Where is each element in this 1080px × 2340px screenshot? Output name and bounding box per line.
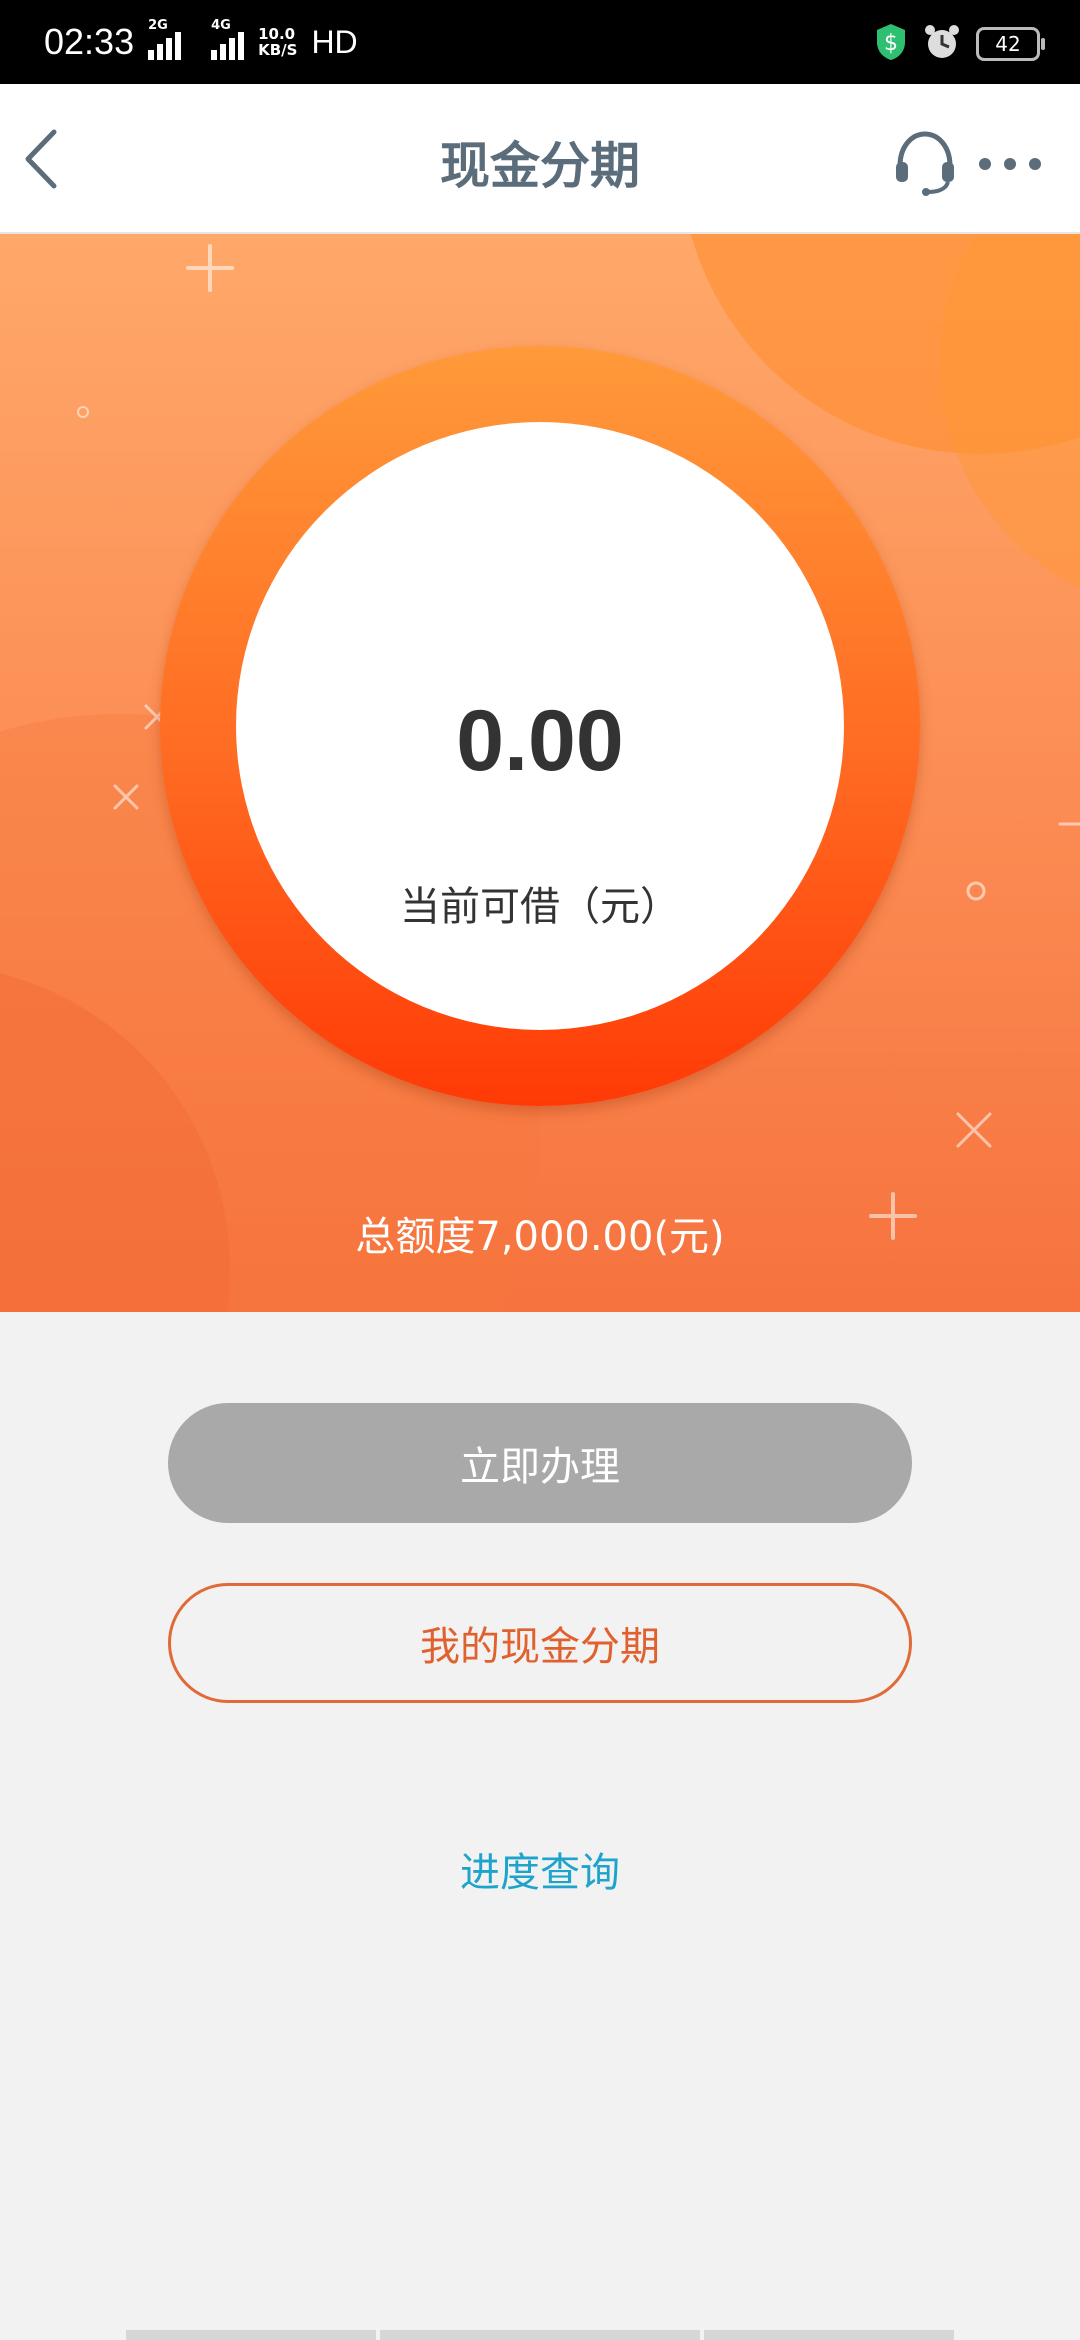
nav-bar: 现金分期 (0, 84, 1080, 234)
svg-text:$: $ (884, 31, 898, 56)
alarm-clock-icon (922, 22, 962, 66)
speed-unit: KB/S (258, 41, 298, 59)
apply-now-button[interactable]: 立即办理 (168, 1403, 912, 1523)
credit-ring: 0.00 当前可借（元） (160, 346, 920, 1106)
available-amount: 0.00 (456, 693, 624, 789)
network-speed: 10.0 KB/S (258, 26, 297, 58)
my-installment-button[interactable]: 我的现金分期 (168, 1583, 912, 1703)
bottom-bar-segment (704, 2330, 954, 2340)
status-time: 02:33 (44, 21, 135, 62)
progress-query-link[interactable]: 进度查询 (0, 1840, 1080, 1898)
signal-4g-icon: 4G (211, 18, 245, 60)
speed-value: 10.0 (258, 25, 296, 43)
customer-service-button[interactable] (890, 126, 960, 196)
bottom-bar-segment (126, 2330, 376, 2340)
hero-banner: 0.00 当前可借（元） 总额度7,000.00(元) (0, 234, 1080, 1312)
available-label: 当前可借（元） (400, 884, 680, 930)
status-right: $ 42 (874, 22, 1045, 66)
signal-2g-icon: 2G (148, 18, 182, 60)
signal-2g-label: 2G (148, 18, 168, 33)
signal-4g-label: 4G (211, 18, 231, 33)
battery-indicator: 42 (976, 27, 1045, 61)
bottom-bar-segment (380, 2330, 700, 2340)
credit-ring-inner: 0.00 当前可借（元） (236, 422, 844, 1030)
headset-icon (896, 131, 954, 196)
total-limit: 总额度7,000.00(元) (355, 1214, 725, 1260)
status-bar: 02:33 2G 4G 10.0 KB/S HD $ 42 (0, 0, 1080, 84)
hd-label: HD (311, 23, 358, 60)
more-button[interactable] (975, 144, 1045, 184)
shield-dollar-icon: $ (874, 22, 908, 66)
more-dots-icon (979, 158, 1041, 170)
status-left: 02:33 2G 4G 10.0 KB/S HD (44, 18, 358, 64)
